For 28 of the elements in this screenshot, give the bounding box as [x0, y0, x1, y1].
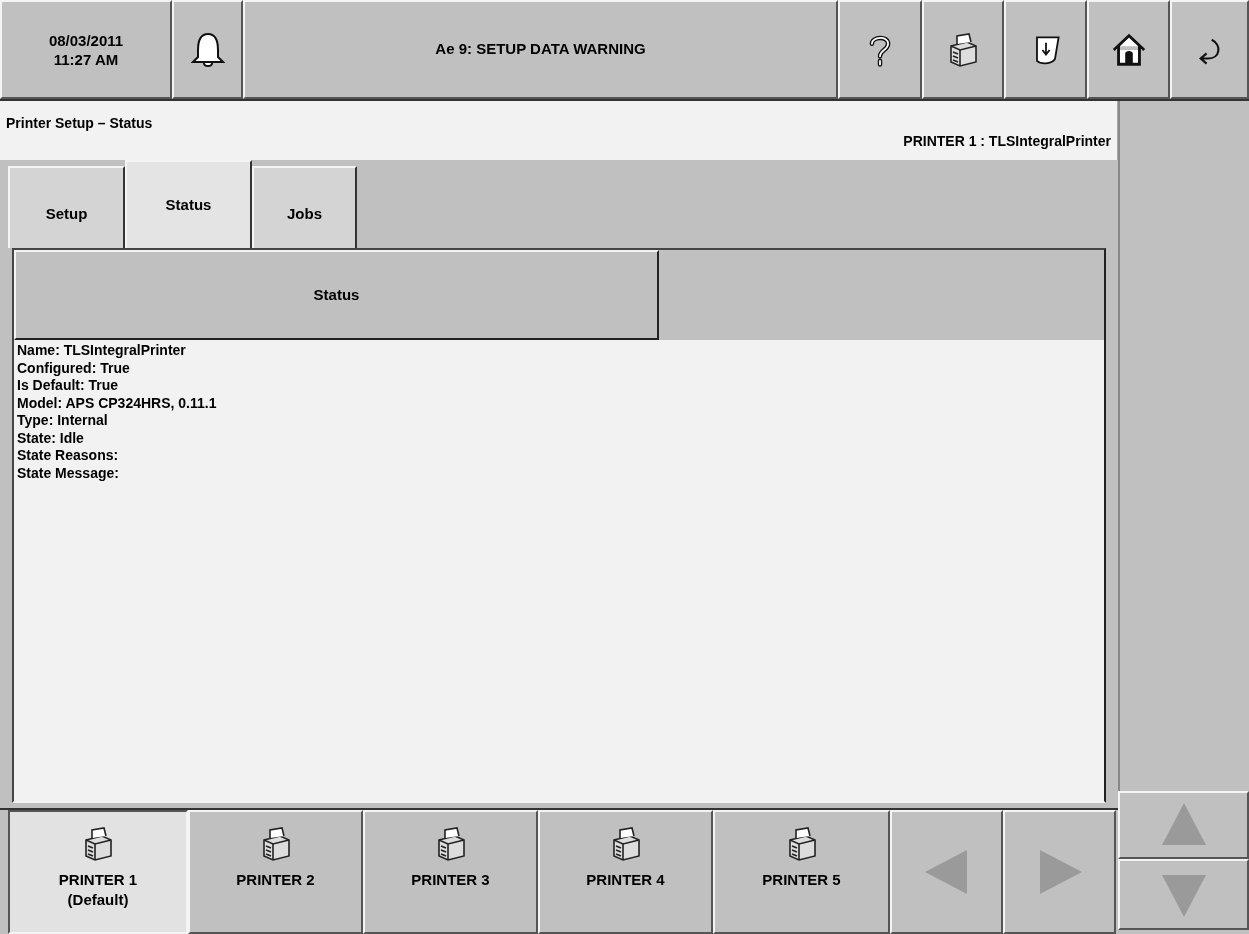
date-text: 08/03/2011 — [48, 30, 124, 50]
tab[interactable]: Setup — [8, 166, 125, 248]
receipt-button[interactable] — [1004, 0, 1087, 99]
status-line: State Message: — [17, 464, 119, 482]
column-header: Status — [14, 250, 659, 340]
help-button[interactable] — [838, 0, 922, 99]
alarm-message-button[interactable]: Ae 9: SETUP DATA WARNING — [243, 0, 838, 99]
printer-tab[interactable]: PRINTER 2 — [188, 810, 363, 934]
status-line: State: Idle — [17, 429, 84, 447]
printer-tab[interactable]: PRINTER 4 — [538, 810, 713, 934]
status-line: Configured: True — [17, 359, 130, 377]
page-title: Printer Setup – Status — [6, 114, 153, 133]
printer-tab[interactable]: PRINTER 5 — [713, 810, 890, 934]
status-line: Name: TLSIntegralPrinter — [17, 342, 186, 360]
status-line: Type: Internal — [17, 412, 108, 430]
printer-tab[interactable]: PRINTER 1 (Default) — [8, 810, 188, 934]
alarm-button[interactable] — [172, 0, 243, 99]
time-text: 11:27 AM — [53, 49, 119, 69]
printer-tab[interactable]: PRINTER 3 — [363, 810, 538, 934]
tab[interactable]: Jobs — [252, 166, 357, 248]
printer-button[interactable] — [922, 0, 1004, 99]
status-line: Is Default: True — [17, 377, 119, 395]
status-line: Model: APS CP324HRS, 0.11.1 — [17, 394, 217, 412]
tab[interactable]: Status — [125, 160, 252, 248]
back-button[interactable] — [1170, 0, 1249, 99]
status-line: State Reasons: — [17, 447, 119, 465]
printer-name-label: PRINTER 1 : TLSIntegralPrinter — [903, 132, 1111, 151]
home-button[interactable] — [1087, 0, 1170, 99]
